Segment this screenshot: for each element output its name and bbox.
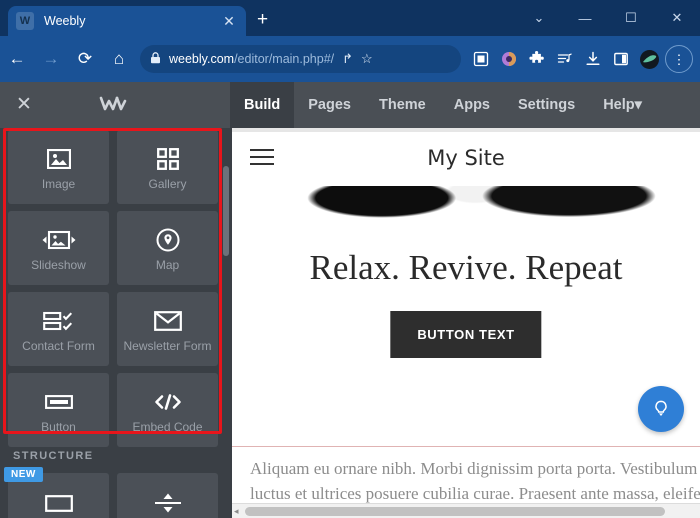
reload-icon[interactable]: ⟳ — [68, 42, 102, 76]
weebly-favicon-icon: W — [16, 12, 34, 30]
container-icon — [44, 488, 73, 518]
spacer-icon — [153, 488, 183, 518]
forward-icon[interactable]: → — [34, 42, 68, 76]
tab-pages[interactable]: Pages — [294, 82, 365, 128]
preview-site-header: My Site — [232, 132, 700, 186]
element-card-label: Newsletter Form — [123, 338, 212, 353]
paragraph-text: Aliquam eu ornare nibh. Morbi dignissim … — [250, 459, 700, 503]
elements-sidebar: Image Gallery Slideshow Map Contact Form… — [0, 128, 232, 518]
puzzle-extension-icon[interactable] — [523, 44, 551, 74]
element-card-label: Contact Form — [22, 338, 95, 353]
chevron-down-icon[interactable]: ⌄ — [516, 0, 562, 36]
back-icon[interactable]: ← — [0, 42, 34, 76]
weebly-editor-topbar: ✕ Build Pages Theme Apps Settings Help▾ — [0, 82, 700, 128]
browser-window: W Weebly ✕ + ⌄ — ☐ ✕ ← → ⟳ ⌂ weebly.com/… — [0, 0, 700, 518]
element-card-image[interactable]: Image — [8, 130, 109, 204]
lightbulb-icon — [655, 400, 667, 416]
new-tab-button[interactable]: + — [257, 10, 268, 29]
element-card-label: Slideshow — [31, 257, 86, 272]
close-window-button[interactable]: ✕ — [654, 0, 700, 36]
url-path: /editor/main.php#/ — [234, 52, 335, 66]
slideshow-icon — [41, 225, 77, 255]
site-title: My Site — [427, 146, 505, 170]
tab-close-icon[interactable]: ✕ — [220, 13, 238, 30]
element-card-slideshow[interactable]: Slideshow — [8, 211, 109, 285]
horizontal-scrollbar-thumb[interactable] — [245, 507, 665, 516]
element-card-gallery[interactable]: Gallery — [117, 130, 218, 204]
element-card-embed-code[interactable]: Embed Code — [117, 373, 218, 447]
window-controls: ⌄ — ☐ ✕ — [516, 0, 700, 36]
element-card-label: Image — [41, 176, 76, 191]
side-panel-icon[interactable] — [607, 44, 635, 74]
site-preview: My Site Relax. Revive. Repeat BUTTON TEX… — [232, 128, 700, 518]
tab-help[interactable]: Help▾ — [589, 82, 656, 128]
bookmark-star-icon[interactable]: ☆ — [361, 51, 373, 67]
lock-icon — [150, 51, 161, 67]
browser-menu-button[interactable]: ⋮ — [665, 45, 693, 73]
gallery-icon — [156, 144, 179, 174]
element-card-label: Map — [155, 257, 180, 272]
element-card-label: Gallery — [148, 176, 187, 191]
envelope-icon — [153, 306, 182, 336]
home-icon[interactable]: ⌂ — [102, 42, 136, 76]
tab-apps[interactable]: Apps — [440, 82, 504, 128]
tab-title: Weebly — [44, 14, 86, 28]
element-card-label: Button — [41, 419, 76, 434]
hero-heading[interactable]: Relax. Revive. Repeat — [232, 248, 700, 288]
tab-theme[interactable]: Theme — [365, 82, 440, 128]
minimize-button[interactable]: — — [562, 0, 608, 36]
structure-card-grid: NEW — [4, 467, 218, 518]
url-text: weebly.com/editor/main.php#/ — [169, 52, 334, 66]
map-pin-icon — [156, 225, 180, 255]
sidebar-scrollbar-thumb[interactable] — [223, 166, 229, 256]
new-badge: NEW — [4, 467, 43, 482]
element-card-map[interactable]: Map — [117, 211, 218, 285]
downloads-icon[interactable] — [579, 44, 607, 74]
contact-form-icon — [42, 306, 75, 336]
tab-settings[interactable]: Settings — [504, 82, 589, 128]
hero-section: Relax. Revive. Repeat BUTTON TEXT — [232, 186, 700, 446]
scroll-left-arrow-icon[interactable]: ◂ — [234, 506, 239, 517]
hero-cta-button[interactable]: BUTTON TEXT — [390, 311, 542, 358]
editor-nav: Build Pages Theme Apps Settings Help▾ — [230, 82, 656, 128]
element-card-contact-form[interactable]: Contact Form — [8, 292, 109, 366]
element-card-newsletter-form[interactable]: Newsletter Form — [117, 292, 218, 366]
element-card-grid: Image Gallery Slideshow Map Contact Form… — [8, 130, 218, 447]
address-bar[interactable]: weebly.com/editor/main.php#/ ↱ ☆ — [140, 45, 461, 73]
reading-list-icon[interactable] — [551, 44, 579, 74]
element-card-button[interactable]: Button — [8, 373, 109, 447]
code-icon — [153, 387, 183, 417]
weebly-logo-icon[interactable] — [99, 94, 129, 119]
structure-card-spacer[interactable] — [117, 473, 218, 518]
window-titlebar: W Weebly ✕ + ⌄ — ☐ ✕ — [0, 0, 700, 36]
share-icon[interactable]: ↱ — [342, 51, 353, 67]
profile-avatar-icon[interactable] — [635, 44, 663, 74]
button-icon — [44, 387, 73, 417]
editor-close-icon[interactable]: ✕ — [13, 94, 35, 116]
structure-section-title: STRUCTURE — [13, 450, 94, 462]
browser-tab[interactable]: W Weebly ✕ — [8, 6, 246, 36]
tab-build[interactable]: Build — [230, 82, 295, 128]
image-icon — [46, 144, 71, 174]
screen-capture-icon[interactable] — [467, 44, 495, 74]
element-card-label: Embed Code — [132, 419, 203, 434]
url-host: weebly.com — [169, 52, 235, 66]
maximize-button[interactable]: ☐ — [608, 0, 654, 36]
browser-toolbar: ← → ⟳ ⌂ weebly.com/editor/main.php#/ ↱ ☆ — [0, 36, 700, 82]
media-extension-icon[interactable] — [495, 44, 523, 74]
structure-card-container[interactable]: NEW — [4, 467, 109, 518]
horizontal-scrollbar[interactable]: ◂ — [232, 503, 700, 518]
help-fab-button[interactable] — [638, 386, 684, 432]
